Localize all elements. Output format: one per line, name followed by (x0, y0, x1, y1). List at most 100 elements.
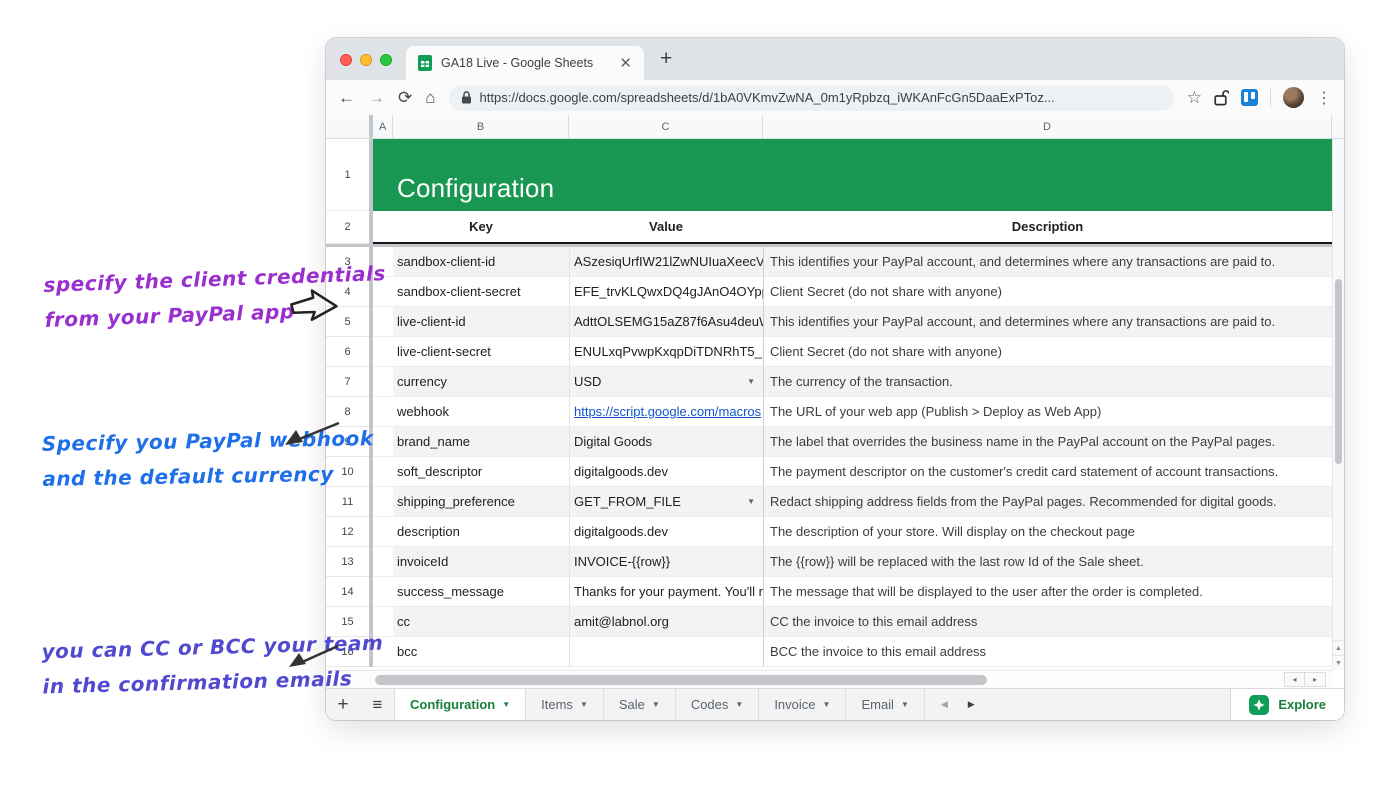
cell-value[interactable]: digitalgoods.dev ▼ (569, 517, 763, 547)
cell-description[interactable]: BCC the invoice to this email address (763, 637, 1332, 667)
cell-a[interactable] (373, 517, 393, 547)
sheet-tab[interactable]: Items ▼ (526, 689, 604, 720)
sheet-tab[interactable]: Codes ▼ (676, 689, 760, 720)
row-number[interactable]: 13 (326, 547, 369, 577)
cell-description[interactable]: The URL of your web app (Publish > Deplo… (763, 397, 1332, 427)
cell-key[interactable]: description (393, 517, 569, 547)
row-number[interactable]: 12 (326, 517, 369, 547)
forward-icon[interactable]: → (368, 89, 385, 106)
cell-key[interactable]: sandbox-client-id (393, 247, 569, 277)
scroll-left-icon[interactable]: ◂ (1284, 672, 1305, 687)
cell-description[interactable]: CC the invoice to this email address (763, 607, 1332, 637)
cell-a[interactable] (373, 457, 393, 487)
sheet-tab[interactable]: Configuration ▼ (394, 689, 526, 720)
dropdown-caret-icon[interactable]: ▼ (747, 487, 755, 517)
cell-key[interactable]: success_message (393, 577, 569, 607)
sheet-tab-caret-icon[interactable]: ▼ (580, 700, 588, 709)
cell-key[interactable]: live-client-id (393, 307, 569, 337)
cell-a[interactable] (373, 547, 393, 577)
browser-tab[interactable]: GA18 Live - Google Sheets ✕ (406, 46, 644, 80)
sheet-banner-title[interactable]: Configuration (373, 139, 1332, 211)
cell-key[interactable]: currency (393, 367, 569, 397)
close-window-button[interactable] (340, 54, 352, 66)
cell-key[interactable]: webhook (393, 397, 569, 427)
select-all-corner[interactable] (326, 115, 369, 138)
avatar[interactable] (1283, 87, 1304, 108)
cell-value[interactable]: USD ▼ (569, 367, 763, 397)
cell-value[interactable]: ENULxqPvwpKxqpDiTDNRhT5_PV ▼ (569, 337, 763, 367)
cell-value[interactable]: Thanks for your payment. You'll re ▼ (569, 577, 763, 607)
row-number[interactable]: 6 (326, 337, 369, 367)
maximize-window-button[interactable] (380, 54, 392, 66)
sheet-tab[interactable]: Invoice ▼ (759, 689, 846, 720)
scroll-right-icon[interactable]: ▸ (1305, 672, 1326, 687)
column-header-a[interactable]: A (373, 115, 393, 138)
cell-a[interactable] (373, 337, 393, 367)
cell-key[interactable]: bcc (393, 637, 569, 667)
cell-description[interactable]: The {{row}} will be replaced with the la… (763, 547, 1332, 577)
tab-close-icon[interactable]: ✕ (619, 56, 632, 71)
column-header-c[interactable]: C (569, 115, 763, 138)
row-number[interactable]: 2 (326, 211, 369, 244)
trello-extension-icon[interactable] (1241, 89, 1258, 106)
cell-a[interactable] (373, 427, 393, 457)
cell-description[interactable]: Redact shipping address fields from the … (763, 487, 1332, 517)
explore-button[interactable]: Explore (1230, 689, 1344, 720)
cell-value[interactable]: amit@labnol.org ▼ (569, 607, 763, 637)
cell-key[interactable]: invoiceId (393, 547, 569, 577)
cell-key[interactable]: shipping_preference (393, 487, 569, 517)
cell-description[interactable]: This identifies your PayPal account, and… (763, 247, 1332, 277)
cell-description[interactable]: The message that will be displayed to th… (763, 577, 1332, 607)
cell-description[interactable]: The payment descriptor on the customer's… (763, 457, 1332, 487)
cell-description[interactable]: The label that overrides the business na… (763, 427, 1332, 457)
bookmark-star-icon[interactable]: ☆ (1187, 88, 1202, 108)
vertical-scrollbar-thumb[interactable] (1335, 279, 1342, 464)
column-header-d[interactable]: D (763, 115, 1332, 138)
dropdown-caret-icon[interactable]: ▼ (747, 367, 755, 397)
cell-key[interactable]: soft_descriptor (393, 457, 569, 487)
cell-a[interactable] (373, 367, 393, 397)
cell-key[interactable]: live-client-secret (393, 337, 569, 367)
column-header-b[interactable]: B (393, 115, 569, 138)
cell-key[interactable]: sandbox-client-secret (393, 277, 569, 307)
sheet-tab-caret-icon[interactable]: ▼ (652, 700, 660, 709)
sheet-tab-caret-icon[interactable]: ▼ (823, 700, 831, 709)
row-number[interactable]: 1 (326, 139, 369, 211)
open-lock-extension-icon[interactable] (1214, 89, 1229, 106)
reload-icon[interactable]: ⟳ (398, 89, 412, 106)
home-icon[interactable]: ⌂ (425, 89, 435, 106)
header-cell-key[interactable]: Key (393, 211, 569, 244)
cell-value[interactable]: AdttOLSEMG15aZ87f6Asu4deuW ▼ (569, 307, 763, 337)
cell-value[interactable]: Digital Goods ▼ (569, 427, 763, 457)
cell-key[interactable]: brand_name (393, 427, 569, 457)
sheet-tab-caret-icon[interactable]: ▼ (901, 700, 909, 709)
cell-value[interactable]: ▼ (569, 637, 763, 667)
cell-description[interactable]: The description of your store. Will disp… (763, 517, 1332, 547)
cell-value[interactable]: https://script.google.com/macros ▼ (569, 397, 763, 427)
cell-value[interactable]: INVOICE-{{row}} ▼ (569, 547, 763, 577)
sheet-tab[interactable]: Sale ▼ (604, 689, 676, 720)
menu-kebab-icon[interactable]: ⋮ (1316, 88, 1332, 108)
tabs-scroll-right-icon[interactable]: ▶ (968, 699, 975, 710)
sheet-tab-caret-icon[interactable]: ▼ (502, 700, 510, 709)
cell-a[interactable] (373, 487, 393, 517)
vertical-scrollbar[interactable]: ▲ ▼ (1332, 139, 1344, 670)
cell-description[interactable]: Client Secret (do not share with anyone) (763, 277, 1332, 307)
row-number[interactable]: 14 (326, 577, 369, 607)
cell-value[interactable]: GET_FROM_FILE ▼ (569, 487, 763, 517)
minimize-window-button[interactable] (360, 54, 372, 66)
new-tab-button[interactable]: + (660, 47, 672, 71)
sheet-tab[interactable]: Email ▼ (846, 689, 924, 720)
address-bar[interactable]: https://docs.google.com/spreadsheets/d/1… (449, 85, 1174, 111)
row-number[interactable]: 7 (326, 367, 369, 397)
cell-description[interactable]: This identifies your PayPal account, and… (763, 307, 1332, 337)
header-cell-value[interactable]: Value (569, 211, 763, 244)
back-icon[interactable]: ← (338, 89, 355, 106)
cell-a[interactable] (373, 577, 393, 607)
cell-value[interactable]: ASzesiqUrfIW21lZwNUIuaXeecV7 ▼ (569, 247, 763, 277)
horizontal-scrollbar[interactable]: ◂ ▸ (326, 670, 1332, 688)
cell-description[interactable]: Client Secret (do not share with anyone) (763, 337, 1332, 367)
scroll-up-icon[interactable]: ▲ (1333, 640, 1344, 655)
cell-value[interactable]: EFE_trvKLQwxDQ4gJAnO4OYppy ▼ (569, 277, 763, 307)
horizontal-scrollbar-thumb[interactable] (375, 675, 987, 685)
